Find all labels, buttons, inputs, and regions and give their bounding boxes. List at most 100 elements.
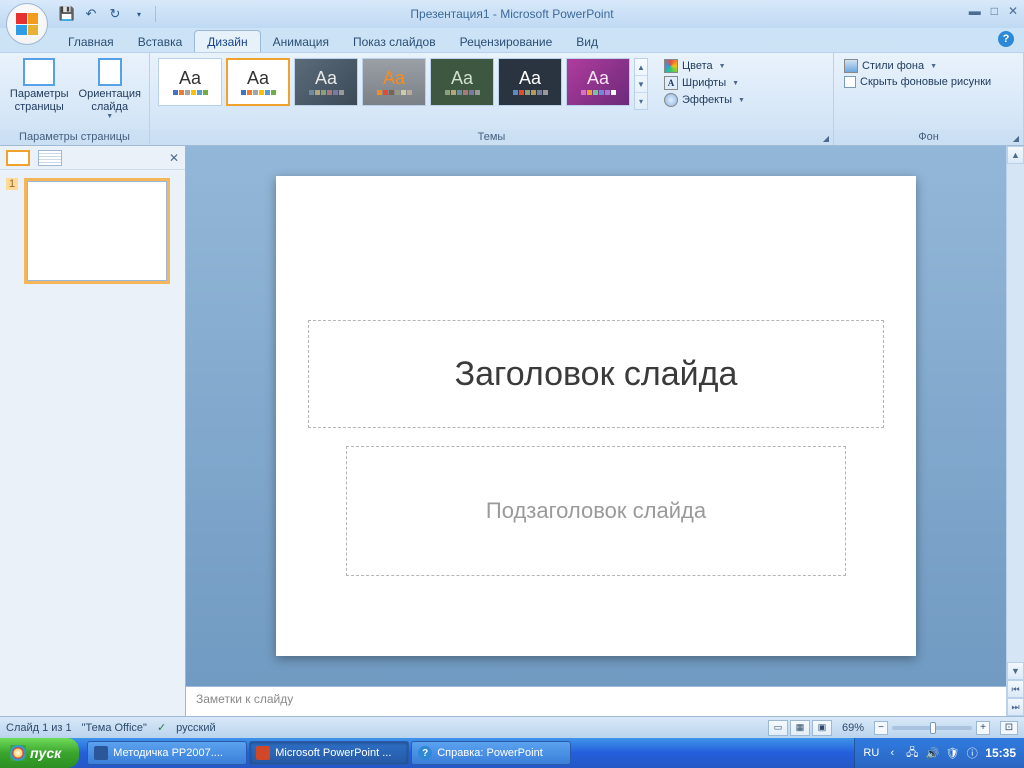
prev-slide-icon[interactable]: ⏮: [1007, 680, 1024, 698]
system-tray: RU ‹ 🖧 🔊 🛡 ⓘ 15:35: [854, 738, 1024, 768]
task-word[interactable]: Методичка РР2007....: [87, 741, 247, 765]
colors-button[interactable]: Цвета▼: [660, 58, 749, 74]
slideshow-view-button[interactable]: ▣: [812, 720, 832, 736]
tray-shield-icon[interactable]: 🛡: [945, 746, 959, 760]
task-powerpoint[interactable]: Microsoft PowerPoint ...: [249, 741, 409, 765]
tray-clock[interactable]: 15:35: [985, 746, 1016, 760]
tab-home[interactable]: Главная: [56, 31, 126, 52]
save-icon[interactable]: 💾: [56, 3, 78, 25]
tab-animation[interactable]: Анимация: [261, 31, 341, 52]
help-icon[interactable]: ?: [998, 31, 1014, 47]
task-help[interactable]: ?Справка: PowerPoint: [411, 741, 571, 765]
effects-button[interactable]: Эффекты▼: [660, 92, 749, 108]
spellcheck-icon[interactable]: ✓: [157, 721, 166, 734]
page-setup-button[interactable]: Параметры страницы: [6, 56, 73, 113]
ribbon: Параметры страницы Ориентация слайда ▼ П…: [0, 52, 1024, 146]
theme-thumb-4[interactable]: Aa: [362, 58, 426, 106]
taskbar: пуск Методичка РР2007.... Microsoft Powe…: [0, 738, 1024, 768]
group-label-themes: Темы: [150, 130, 833, 145]
group-label-background: Фон: [834, 130, 1023, 145]
tray-language[interactable]: RU: [863, 747, 879, 759]
scroll-up-icon[interactable]: ▲: [1007, 146, 1024, 164]
theme-gallery: Aa Aa Aa Aa Aa Aa Aa ▲ ▼ ▾: [156, 56, 648, 110]
theme-thumb-5[interactable]: Aa: [430, 58, 494, 106]
effects-label: Эффекты: [682, 94, 732, 106]
status-language[interactable]: русский: [176, 722, 215, 734]
redo-icon[interactable]: ↻: [104, 3, 126, 25]
next-slide-icon[interactable]: ⏭: [1007, 698, 1024, 716]
orientation-button[interactable]: Ориентация слайда ▼: [77, 56, 144, 121]
tab-design[interactable]: Дизайн: [194, 30, 260, 52]
office-button[interactable]: [6, 3, 48, 45]
qat-customize-icon[interactable]: ▾: [128, 3, 150, 25]
dialog-launcher-background[interactable]: ◢: [1011, 133, 1021, 143]
background-styles-button[interactable]: Стили фона▼: [840, 58, 995, 74]
slide-thumbnail[interactable]: [24, 178, 170, 284]
work-area: ✕ 1 Заголовок слайда Подзаголовок слайда…: [0, 146, 1024, 716]
tab-insert[interactable]: Вставка: [126, 31, 195, 52]
slide-canvas[interactable]: Заголовок слайда Подзаголовок слайда: [276, 176, 916, 656]
background-styles-icon: [844, 59, 858, 73]
zoom-out-button[interactable]: −: [874, 721, 888, 735]
effects-icon: [664, 93, 678, 107]
undo-icon[interactable]: ↶: [80, 3, 102, 25]
tray-volume-icon[interactable]: 🔊: [925, 746, 939, 760]
start-button[interactable]: пуск: [0, 738, 79, 768]
tray-info-icon[interactable]: ⓘ: [965, 746, 979, 760]
slides-tab[interactable]: [6, 150, 30, 166]
status-bar: Слайд 1 из 1 "Тема Office" ✓ русский ▭ ▦…: [0, 716, 1024, 738]
normal-view-button[interactable]: ▭: [768, 720, 788, 736]
fonts-label: Шрифты: [682, 77, 726, 89]
tray-network-icon[interactable]: 🖧: [905, 746, 919, 760]
fonts-button[interactable]: AШрифты▼: [660, 75, 749, 91]
start-label: пуск: [30, 745, 61, 761]
status-theme: "Тема Office": [82, 722, 147, 734]
colors-label: Цвета: [682, 60, 713, 72]
task-word-label: Методичка РР2007....: [113, 747, 223, 759]
background-styles-label: Стили фона: [862, 60, 924, 72]
vertical-scrollbar[interactable]: ▲ ▼ ⏮ ⏭: [1006, 146, 1024, 716]
slides-panel: ✕ 1: [0, 146, 186, 716]
gallery-more-icon[interactable]: ▾: [635, 93, 647, 109]
theme-thumb-7[interactable]: Aa: [566, 58, 630, 106]
tab-slideshow[interactable]: Показ слайдов: [341, 31, 448, 52]
page-setup-label: Параметры страницы: [10, 88, 69, 113]
subtitle-placeholder[interactable]: Подзаголовок слайда: [346, 446, 846, 576]
tab-review[interactable]: Рецензирование: [448, 31, 565, 52]
task-powerpoint-label: Microsoft PowerPoint ...: [275, 747, 391, 759]
fit-window-button[interactable]: ⊡: [1000, 721, 1018, 735]
fonts-icon: A: [664, 76, 678, 90]
hide-bg-graphics-checkbox[interactable]: Скрыть фоновые рисунки: [840, 75, 995, 89]
minimize-button[interactable]: ▬: [969, 4, 981, 19]
panel-close-icon[interactable]: ✕: [169, 151, 179, 165]
dialog-launcher-themes[interactable]: ◢: [821, 133, 831, 143]
theme-thumb-6[interactable]: Aa: [498, 58, 562, 106]
thumb-number: 1: [6, 178, 18, 190]
maximize-button[interactable]: □: [991, 4, 998, 19]
tab-view[interactable]: Вид: [564, 31, 610, 52]
scroll-track[interactable]: [1007, 164, 1024, 662]
colors-icon: [664, 59, 678, 73]
gallery-up-icon[interactable]: ▲: [635, 59, 647, 76]
status-slide: Слайд 1 из 1: [6, 722, 72, 734]
windows-logo-icon: [10, 745, 26, 761]
close-button[interactable]: ✕: [1008, 4, 1018, 19]
notes-pane[interactable]: Заметки к слайду: [186, 686, 1006, 716]
gallery-down-icon[interactable]: ▼: [635, 76, 647, 93]
word-icon: [94, 746, 108, 760]
zoom-percent[interactable]: 69%: [842, 722, 864, 734]
zoom-in-button[interactable]: +: [976, 721, 990, 735]
orientation-icon: [98, 58, 122, 86]
sorter-view-button[interactable]: ▦: [790, 720, 810, 736]
title-placeholder[interactable]: Заголовок слайда: [308, 320, 884, 428]
theme-thumb-1[interactable]: Aa: [158, 58, 222, 106]
theme-thumb-2[interactable]: Aa: [226, 58, 290, 106]
theme-thumb-3[interactable]: Aa: [294, 58, 358, 106]
scroll-down-icon[interactable]: ▼: [1007, 662, 1024, 680]
zoom-thumb[interactable]: [930, 722, 936, 734]
tray-chevron-icon[interactable]: ‹: [885, 746, 899, 760]
quick-access-toolbar: 💾 ↶ ↻ ▾: [56, 0, 159, 28]
outline-tab[interactable]: [38, 150, 62, 166]
zoom-slider[interactable]: [892, 726, 972, 730]
qat-separator: [155, 6, 156, 22]
